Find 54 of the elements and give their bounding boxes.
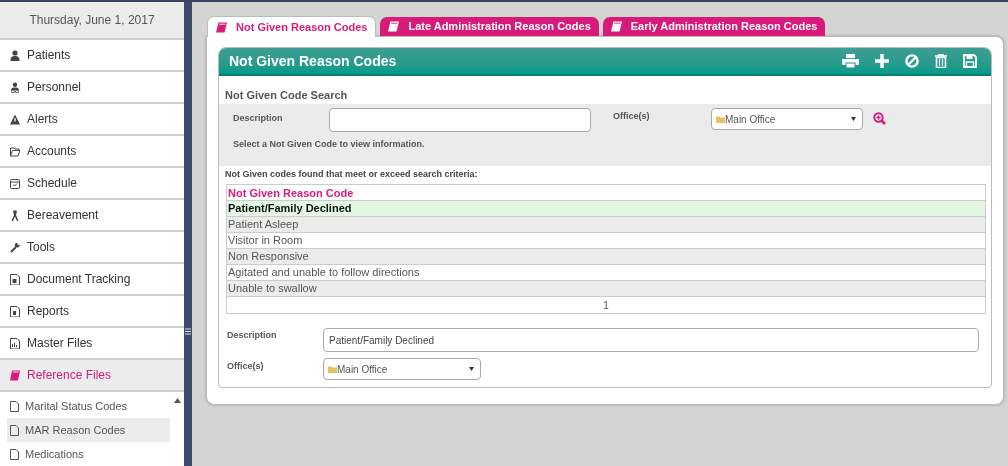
save-icon[interactable] — [963, 54, 977, 68]
document-icon — [10, 448, 19, 460]
folder-icon — [716, 115, 725, 123]
current-date: Thursday, June 1, 2017 — [29, 12, 155, 29]
grip-icon — [185, 328, 191, 335]
scroll-up-arrow-icon[interactable] — [173, 398, 181, 403]
book-icon — [216, 21, 227, 33]
person-icon — [10, 49, 20, 61]
ribbon-icon — [10, 209, 20, 221]
field-label: Office(s) — [613, 110, 651, 123]
calendar-icon — [10, 177, 20, 189]
zoom-in-icon[interactable] — [873, 112, 886, 125]
book-icon — [10, 369, 20, 381]
people-icon — [10, 81, 20, 93]
document-icon — [10, 424, 19, 436]
section-heading: Not Given Code Search — [225, 88, 349, 103]
submenu-item[interactable]: MAR Reason Codes — [7, 418, 170, 442]
field-label: Description — [227, 329, 278, 342]
tab[interactable]: Early Administration Reason Codes — [602, 17, 826, 36]
office-select[interactable]: Main Office — [711, 108, 863, 130]
description-input[interactable]: Patient/Family Declined — [323, 328, 979, 352]
field-label: Office(s) — [227, 360, 265, 373]
print-icon[interactable] — [842, 54, 859, 68]
folder-outline-icon — [10, 145, 20, 157]
office-select[interactable]: Main Office — [323, 358, 481, 380]
sidebar-item[interactable]: Reference Files — [0, 360, 184, 392]
table-row[interactable]: Non Responsive — [227, 249, 985, 265]
table-row[interactable]: Unable to swallow — [227, 281, 985, 297]
hint-text: Select a Not Given Code to view information. — [233, 138, 426, 151]
dropdown-arrow-icon — [851, 117, 856, 121]
folder-icon — [328, 365, 337, 373]
delete-icon[interactable] — [935, 54, 947, 68]
description-input[interactable] — [329, 108, 591, 132]
wrench-icon — [10, 241, 20, 253]
document-icon — [10, 337, 20, 349]
table-row[interactable]: Visitor in Room — [227, 233, 985, 249]
panel-title: Not Given Reason Codes — [229, 51, 397, 71]
table-row[interactable]: Patient/Family Declined — [227, 201, 985, 217]
book-icon — [610, 21, 622, 32]
table-row[interactable]: Patient Asleep — [227, 217, 985, 233]
book-icon — [388, 21, 400, 32]
results-caption: Not Given codes found that meet or exceed search criteria: — [225, 168, 479, 181]
document-icon — [10, 305, 20, 317]
tab[interactable]: Late Administration Reason Codes — [380, 17, 599, 36]
document-icon — [10, 273, 20, 285]
cancel-icon[interactable] — [905, 54, 919, 68]
add-icon[interactable] — [875, 54, 889, 68]
warning-icon — [10, 113, 20, 125]
table-row[interactable]: Agitated and unable to follow directions — [227, 265, 985, 281]
document-icon — [10, 400, 19, 412]
page-number[interactable]: 1 — [603, 297, 609, 313]
dropdown-arrow-icon — [469, 367, 474, 371]
field-label: Description — [233, 112, 284, 125]
tab[interactable]: Not Given Reason Codes — [207, 16, 377, 37]
